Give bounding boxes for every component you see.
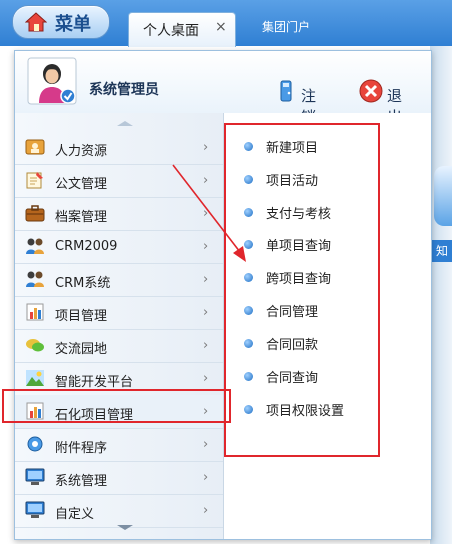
- menu-item-label: 智能开发平台: [55, 375, 134, 390]
- menu-item-label: 档案管理: [55, 210, 108, 225]
- monitor-icon: [25, 501, 45, 518]
- logout-icon: [280, 80, 292, 102]
- landscape-icon: [26, 370, 44, 386]
- menu-item-custom[interactable]: 自定义 ›: [15, 494, 223, 528]
- menu-item-label: 系统管理: [55, 474, 108, 489]
- menu-item-label: 人力资源: [55, 144, 108, 159]
- chevron-right-icon: ›: [203, 206, 209, 221]
- desktop-notice-label[interactable]: 知: [432, 240, 452, 262]
- menu-button[interactable]: 菜单: [12, 5, 110, 39]
- users-group-icon: [26, 271, 44, 287]
- chevron-right-icon: ›: [203, 437, 209, 452]
- exit-icon: [359, 79, 383, 103]
- top-bar: 菜单 个人桌面 × 集团门户: [0, 0, 452, 47]
- category-list: 人力资源 › 公文管理 › 档案管理 › CRM2009 › CRM系统 › 项…: [15, 113, 224, 539]
- chevron-right-icon: ›: [203, 338, 209, 353]
- chevron-right-icon: ›: [203, 371, 209, 386]
- close-icon[interactable]: ×: [215, 19, 227, 35]
- avatar: [27, 57, 77, 105]
- menu-item-project-management[interactable]: 项目管理 ›: [15, 296, 223, 330]
- bar-chart-icon: [26, 303, 44, 321]
- menu-item-label: CRM系统: [55, 276, 111, 291]
- highlight-box-submenu: [224, 123, 380, 457]
- home-icon: [25, 12, 47, 32]
- chevron-right-icon: ›: [203, 305, 209, 320]
- chevron-right-icon: ›: [203, 503, 209, 518]
- menu-item-hr[interactable]: 人力资源 ›: [15, 131, 223, 165]
- chevron-right-icon: ›: [203, 272, 209, 287]
- menu-button-label: 菜单: [55, 14, 91, 35]
- menu-item-label: 附件程序: [55, 441, 108, 456]
- briefcase-icon: [25, 205, 45, 222]
- document-pin-icon: [26, 172, 43, 189]
- highlight-box-selected-item: [2, 389, 231, 423]
- menu-item-label: CRM2009: [55, 239, 118, 254]
- background-desktop-strip: 知: [430, 46, 452, 544]
- tab-label: 个人桌面: [143, 23, 199, 39]
- scroll-down-arrow-icon[interactable]: [117, 525, 133, 530]
- people-icon: [25, 139, 45, 155]
- monitor-icon: [25, 468, 45, 485]
- user-name: 系统管理员: [89, 82, 159, 98]
- tab-personal-desktop[interactable]: 个人桌面 ×: [128, 12, 236, 47]
- menu-item-label: 公文管理: [55, 177, 108, 192]
- chevron-right-icon: ›: [203, 140, 209, 155]
- chevron-right-icon: ›: [203, 173, 209, 188]
- menu-item-system-management[interactable]: 系统管理 ›: [15, 461, 223, 495]
- tab-group-portal[interactable]: 集团门户: [262, 18, 310, 35]
- scroll-up-arrow-icon[interactable]: [117, 121, 133, 126]
- gear-icon: [27, 436, 43, 452]
- desktop-widget-icon: [434, 166, 452, 226]
- menu-item-accessories[interactable]: 附件程序 ›: [15, 428, 223, 462]
- menu-item-label: 项目管理: [55, 309, 108, 324]
- menu-item-crm2009[interactable]: CRM2009 ›: [15, 230, 223, 264]
- chat-icon: [26, 339, 44, 352]
- menu-item-forum[interactable]: 交流园地 ›: [15, 329, 223, 363]
- chevron-right-icon: ›: [203, 239, 209, 254]
- menu-item-label: 交流园地: [55, 342, 108, 357]
- menu-item-crm-system[interactable]: CRM系统 ›: [15, 263, 223, 297]
- chevron-right-icon: ›: [203, 470, 209, 485]
- users-group-icon: [26, 238, 44, 254]
- menu-item-archives[interactable]: 档案管理 ›: [15, 197, 223, 231]
- user-header: 系统管理员 注销 退出: [15, 51, 431, 126]
- menu-item-label: 自定义: [55, 507, 95, 522]
- menu-item-documents[interactable]: 公文管理 ›: [15, 164, 223, 198]
